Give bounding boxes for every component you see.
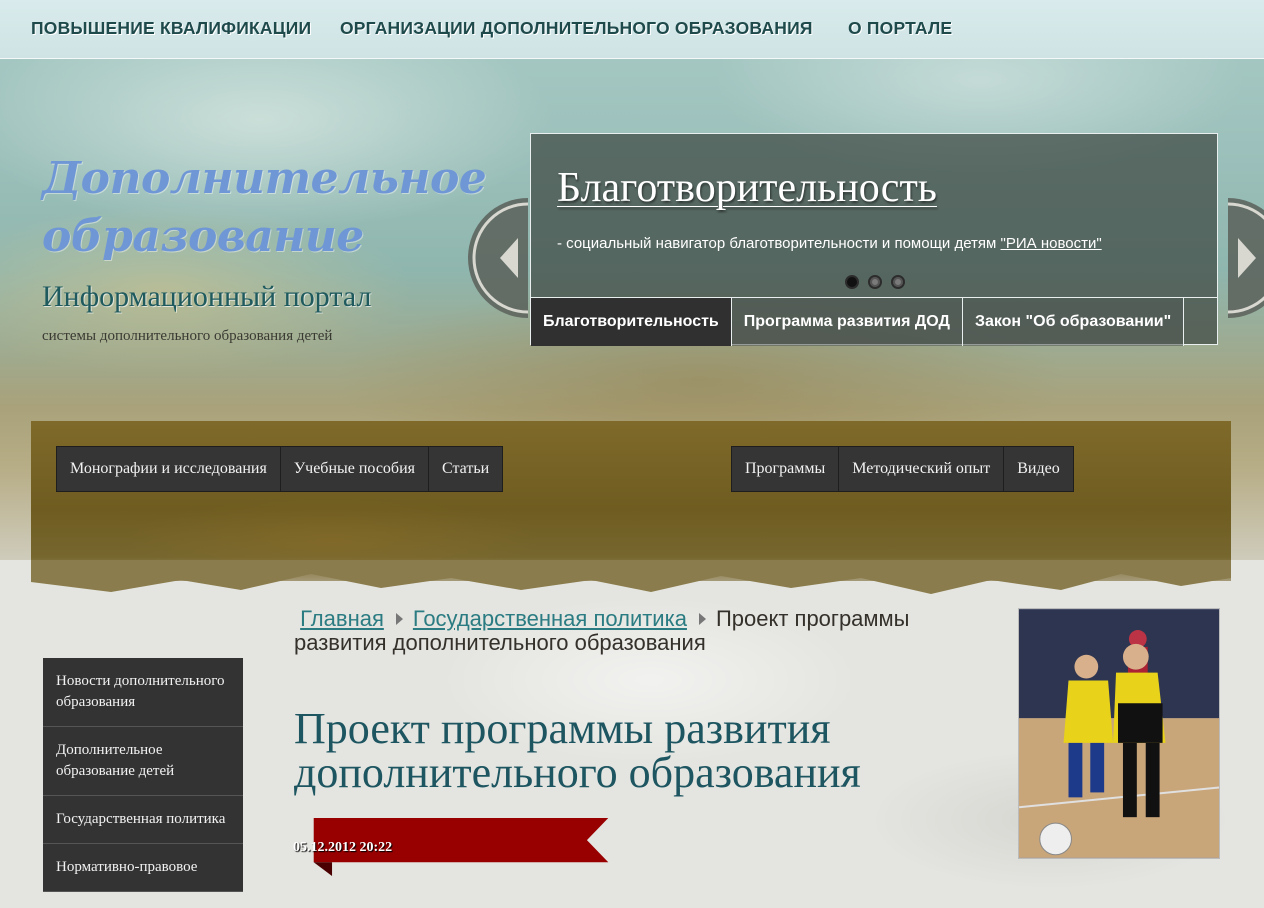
slider-dot-1[interactable] [845, 275, 859, 289]
slider-tab-charity[interactable]: Благотворительность [531, 298, 732, 346]
featured-slider: Благотворительность - социальный навигат… [530, 133, 1218, 346]
nav-monographs[interactable]: Монографии и исследования [57, 447, 281, 491]
logo-line-2: образование [42, 211, 364, 262]
sidebar-menu: Новости дополнительного образования Допо… [43, 658, 243, 892]
slider-tabs: Благотворительность Программа развития Д… [531, 297, 1217, 346]
article-date: 05.12.2012 20:22 [293, 840, 393, 855]
logo-line-1: Дополнительное [42, 153, 487, 204]
breadcrumb-section[interactable]: Государственная политика [413, 606, 687, 631]
slide-description: - социальный навигатор благотворительнос… [557, 235, 1102, 252]
slider-next-arrow-icon[interactable] [1228, 198, 1264, 318]
breadcrumb-separator-icon [395, 613, 403, 625]
torn-edge [31, 560, 1231, 594]
sidebar-item-additional-education[interactable]: Дополнительное образование детей [43, 727, 243, 796]
slide-description-text: - социальный навигатор благотворительнос… [557, 235, 1001, 252]
sidebar-item-legal[interactable]: Нормативно-правовое [43, 844, 243, 892]
nav-methodical-experience[interactable]: Методический опыт [839, 447, 1005, 491]
top-nav-professional-development[interactable]: ПОВЫШЕНИЕ КВАЛИФИКАЦИИ [31, 18, 311, 39]
breadcrumb: Главная Государственная политика Проект пр… [294, 607, 974, 655]
slider-pagination [845, 275, 914, 294]
secondary-nav-band [31, 421, 1231, 581]
sidebar-item-news[interactable]: Новости дополнительного образования [43, 658, 243, 727]
football-photo [1018, 608, 1220, 859]
page-title: Проект программы развития дополнительног… [294, 704, 861, 797]
portal-title: Информационный портал [42, 280, 372, 313]
portal-subtitle: системы дополнительного образования дете… [42, 328, 333, 344]
top-nav-organizations[interactable]: ОРГАНИЗАЦИИ ДОПОЛНИТЕЛЬНОГО ОБРАЗОВАНИЯ [340, 18, 813, 39]
nav-textbooks[interactable]: Учебные пособия [280, 447, 429, 491]
nav-video[interactable]: Видео [1004, 447, 1073, 491]
nav-programs[interactable]: Программы [732, 447, 840, 491]
slider-dot-2[interactable] [868, 275, 882, 289]
slider-prev-arrow-icon[interactable] [468, 198, 528, 318]
slider-tab-program[interactable]: Программа развития ДОД [731, 298, 963, 346]
slider-tab-law[interactable]: Закон "Об образовании" [962, 298, 1185, 346]
nav-articles[interactable]: Статьи [428, 447, 503, 491]
top-nav-about[interactable]: О ПОРТАЛЕ [848, 18, 952, 39]
site-logo[interactable]: Дополнительное образование [42, 150, 512, 266]
slider-dot-3[interactable] [891, 275, 905, 289]
breadcrumb-separator-icon [698, 613, 706, 625]
secondary-nav-right: Программы Методический опыт Видео [731, 446, 1074, 492]
secondary-nav-left: Монографии и исследования Учебные пособи… [56, 446, 504, 492]
slide-source-link[interactable]: "РИА новости" [1001, 235, 1102, 252]
slide-title[interactable]: Благотворительность [557, 164, 937, 212]
top-nav: ПОВЫШЕНИЕ КВАЛИФИКАЦИИ ОРГАНИЗАЦИИ ДОПОЛ… [0, 0, 1264, 59]
sidebar-item-state-policy[interactable]: Государственная политика [43, 796, 243, 844]
breadcrumb-home[interactable]: Главная [300, 606, 384, 631]
